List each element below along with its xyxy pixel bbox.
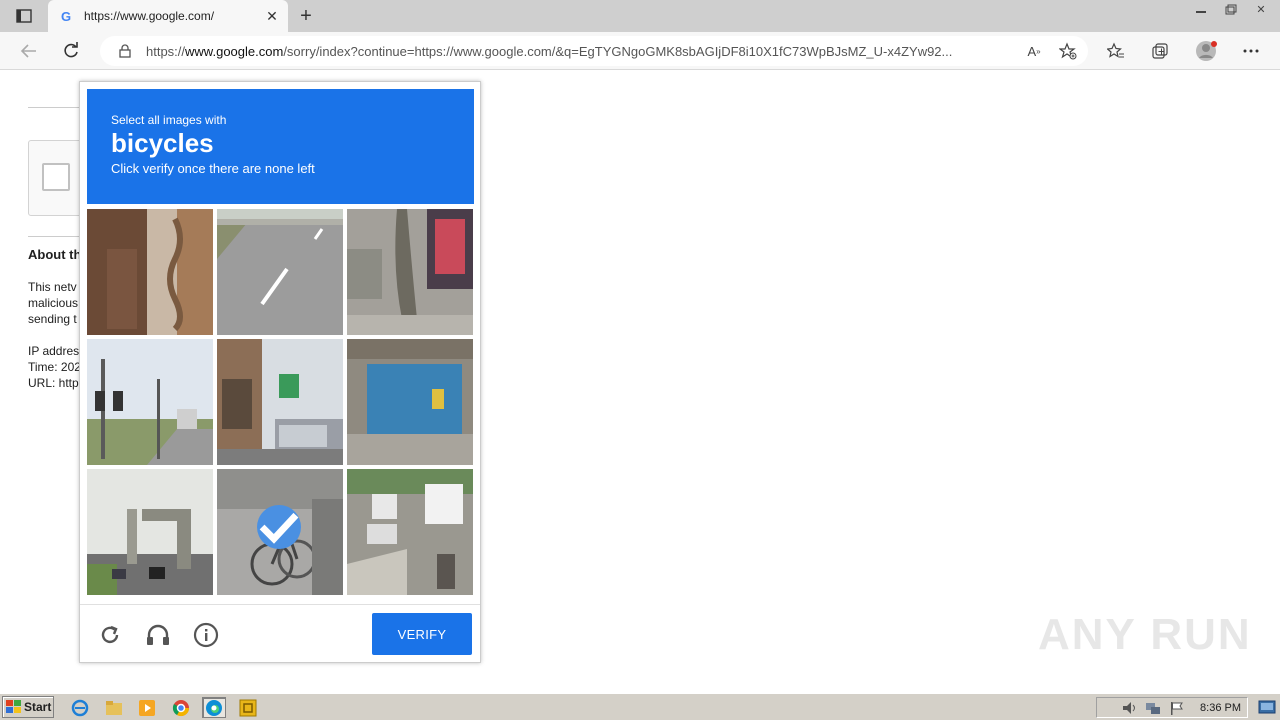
window-controls: ✕ [1184, 0, 1274, 18]
url-path: /sorry/index?continue=https://www.google… [283, 43, 953, 59]
add-favorite-icon[interactable] [1054, 39, 1082, 63]
about-line: IP addres [28, 344, 80, 358]
explorer-folder-icon[interactable] [102, 697, 126, 718]
about-line [28, 327, 80, 343]
about-line: URL: http [28, 376, 79, 390]
image-tile[interactable] [347, 209, 473, 335]
browser-toolbar: https://www.google.com/sorry/index?conti… [0, 32, 1280, 70]
media-player-icon[interactable] [135, 697, 159, 718]
taskbar: Start 8:36 PM [0, 693, 1280, 720]
recaptcha-challenge: Select all images with bicycles Click ve… [79, 81, 481, 663]
image-tile[interactable] [347, 469, 473, 595]
image-tile[interactable] [87, 209, 213, 335]
edge-icon[interactable] [202, 697, 226, 718]
info-icon[interactable] [192, 621, 220, 649]
tab-strip: G https://www.google.com/ ✕ + ✕ [0, 0, 1280, 32]
image-tile-selected[interactable] [217, 469, 343, 595]
refresh-icon[interactable] [58, 39, 84, 63]
about-heading: About th [28, 247, 80, 262]
minimize-icon[interactable] [1188, 0, 1214, 18]
browser-tab[interactable]: G https://www.google.com/ ✕ [48, 0, 288, 32]
back-arrow-icon[interactable] [16, 39, 42, 63]
about-line: malicious [28, 296, 79, 310]
url-text[interactable]: https://www.google.com/sorry/index?conti… [146, 44, 1020, 59]
image-tile[interactable] [217, 209, 343, 335]
challenge-object: bicycles [111, 128, 214, 158]
clock: 8:36 PM [1200, 701, 1241, 714]
collections-icon[interactable] [1147, 39, 1173, 63]
address-bar[interactable]: https://www.google.com/sorry/index?conti… [100, 36, 1088, 66]
tab-actions-icon[interactable] [12, 6, 36, 26]
lock-icon[interactable] [116, 44, 134, 58]
volume-icon[interactable] [1120, 700, 1138, 716]
more-menu-icon[interactable] [1238, 39, 1264, 63]
restore-icon[interactable] [1218, 0, 1244, 18]
image-tile[interactable] [87, 339, 213, 465]
recaptcha-checkbox[interactable] [42, 163, 70, 191]
about-text: This netv malicious sending t IP addres … [28, 279, 80, 391]
challenge-footer: VERIFY [80, 604, 480, 662]
start-label: Start [24, 700, 52, 714]
action-center-flag-icon[interactable] [1168, 700, 1186, 716]
new-tab-icon[interactable]: + [294, 4, 318, 28]
about-line: sending t [28, 312, 77, 326]
anyrun-watermark: ANY RUN [1038, 610, 1252, 659]
audio-challenge-icon[interactable] [144, 621, 172, 649]
close-window-icon[interactable]: ✕ [1248, 0, 1274, 18]
ie-icon[interactable] [68, 697, 92, 718]
google-favicon-icon: G [60, 8, 72, 24]
image-tile[interactable] [87, 469, 213, 595]
challenge-instruction: Select all images with [111, 113, 227, 127]
about-line: Time: 202 [28, 360, 80, 374]
image-tile[interactable] [347, 339, 473, 465]
image-tile[interactable] [217, 339, 343, 465]
read-aloud-icon[interactable]: A» [1020, 39, 1048, 63]
url-scheme: https:// [146, 43, 186, 59]
challenge-hint: Click verify once there are none left [111, 161, 315, 176]
tab-title: https://www.google.com/ [84, 9, 215, 23]
network-icon[interactable] [1144, 700, 1162, 716]
verify-button[interactable]: VERIFY [372, 613, 472, 655]
about-line: This netv [28, 280, 77, 294]
show-desktop-icon[interactable] [1258, 698, 1276, 716]
reload-challenge-icon[interactable] [96, 621, 124, 649]
windows-logo-icon [6, 700, 21, 713]
selected-check-icon [257, 505, 301, 549]
system-tray: 8:36 PM [1096, 697, 1248, 718]
start-button[interactable]: Start [2, 696, 54, 718]
url-domain: www.google.com [185, 43, 284, 59]
notes-app-icon[interactable] [236, 697, 260, 718]
challenge-header: Select all images with bicycles Click ve… [87, 89, 474, 204]
profile-avatar[interactable] [1193, 39, 1219, 63]
image-grid [87, 209, 475, 597]
tab-close-icon[interactable]: ✕ [262, 6, 282, 26]
favorites-icon[interactable] [1103, 39, 1129, 63]
chrome-icon[interactable] [169, 697, 193, 718]
